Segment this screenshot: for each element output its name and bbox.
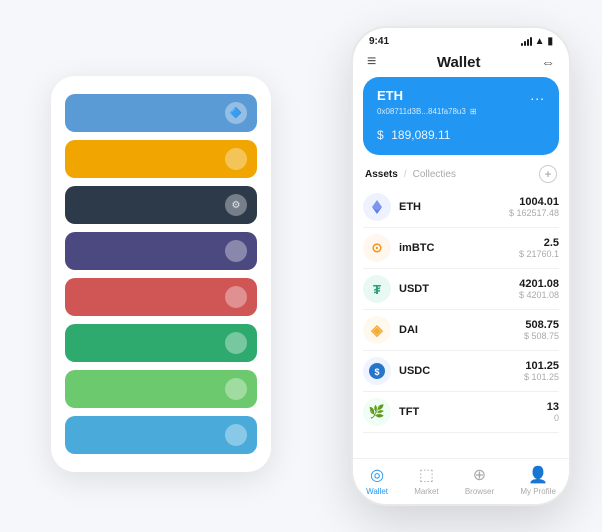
usdc-icon: $ [363, 357, 391, 385]
copy-icon[interactable]: ⊞ [470, 107, 477, 116]
usdc-name: USDC [399, 365, 524, 377]
battery-icon: ▮ [547, 36, 553, 47]
eth-card-menu[interactable]: ... [530, 87, 545, 103]
card-item [65, 232, 257, 270]
eth-card: ETH ... 0x08711d3B...841fa78u3 ⊞ $ 189,0… [363, 77, 559, 155]
profile-nav-label: My Profile [520, 487, 556, 496]
wallet-nav-icon: ◎ [370, 465, 384, 485]
svg-text:$: $ [374, 367, 379, 377]
add-asset-button[interactable]: + [539, 165, 557, 183]
asset-item-dai[interactable]: ◈ DAI 508.75 $ 508.75 [363, 310, 559, 351]
eth-card-address: 0x08711d3B...841fa78u3 ⊞ [377, 107, 545, 116]
card-item [65, 370, 257, 408]
dai-usd: $ 508.75 [524, 331, 559, 341]
asset-item-tft[interactable]: 🌿 TFT 13 0 [363, 392, 559, 433]
nav-profile[interactable]: 👤 My Profile [520, 465, 556, 496]
card-dot [225, 424, 247, 446]
tab-collectibles[interactable]: Collecties [413, 169, 456, 180]
tab-divider: / [404, 169, 407, 180]
usdt-values: 4201.08 $ 4201.08 [519, 278, 559, 300]
tab-assets[interactable]: Assets [365, 169, 398, 180]
status-bar: 9:41 ▲ ▮ [353, 28, 569, 49]
browser-nav-icon: ⊕ [473, 465, 486, 485]
asset-item-eth[interactable]: ETH 1004.01 $ 162517.48 [363, 187, 559, 228]
eth-icon [363, 193, 391, 221]
eth-amount: 1004.01 [509, 196, 559, 208]
usdt-amount: 4201.08 [519, 278, 559, 290]
usdc-values: 101.25 $ 101.25 [524, 360, 559, 382]
imbtc-name: imBTC [399, 242, 519, 254]
card-item [65, 416, 257, 454]
card-item: ⚙ [65, 186, 257, 224]
menu-icon[interactable]: ≡ [367, 53, 376, 71]
tft-icon: 🌿 [363, 398, 391, 426]
phone-inner: 9:41 ▲ ▮ ≡ Wallet ⇔ ETH ... [353, 28, 569, 504]
card-dot [225, 332, 247, 354]
dai-name: DAI [399, 324, 524, 336]
tft-amount: 13 [547, 401, 559, 413]
market-nav-label: Market [414, 487, 438, 496]
wifi-icon: ▲ [535, 36, 545, 47]
card-dot [225, 148, 247, 170]
nav-market[interactable]: ⬚ Market [414, 465, 438, 496]
imbtc-usd: $ 21760.1 [519, 249, 559, 259]
dai-values: 508.75 $ 508.75 [524, 319, 559, 341]
card-dot [225, 286, 247, 308]
usdt-name: USDT [399, 283, 519, 295]
card-dot [225, 240, 247, 262]
dai-amount: 508.75 [524, 319, 559, 331]
tft-usd: 0 [547, 413, 559, 423]
dai-icon: ◈ [363, 316, 391, 344]
phone: 9:41 ▲ ▮ ≡ Wallet ⇔ ETH ... [351, 26, 571, 506]
wallet-nav-label: Wallet [366, 487, 388, 496]
imbtc-icon: ⊙ [363, 234, 391, 262]
scene: 🔷 ⚙ 9:41 [21, 16, 581, 516]
usdc-usd: $ 101.25 [524, 372, 559, 382]
card-stack: 🔷 ⚙ [51, 76, 271, 472]
eth-usd: $ 162517.48 [509, 208, 559, 218]
phone-header: ≡ Wallet ⇔ [353, 49, 569, 77]
usdc-amount: 101.25 [524, 360, 559, 372]
status-time: 9:41 [369, 36, 389, 47]
card-dot [225, 378, 247, 400]
signal-icon [521, 37, 532, 46]
tft-name: TFT [399, 406, 547, 418]
asset-list: ETH 1004.01 $ 162517.48 ⊙ imBTC 2.5 $ 21… [353, 187, 569, 458]
usdt-usd: $ 4201.08 [519, 290, 559, 300]
asset-item-usdc[interactable]: $ USDC 101.25 $ 101.25 [363, 351, 559, 392]
bottom-nav: ◎ Wallet ⬚ Market ⊕ Browser 👤 My Profile [353, 458, 569, 504]
usdt-icon: ₮ [363, 275, 391, 303]
nav-wallet[interactable]: ◎ Wallet [366, 465, 388, 496]
status-icons: ▲ ▮ [521, 36, 553, 47]
expand-icon[interactable]: ⇔ [541, 54, 555, 70]
eth-card-balance: $ 189,089.11 [377, 122, 545, 145]
card-item [65, 324, 257, 362]
card-item: 🔷 [65, 94, 257, 132]
eth-card-header: ETH ... [377, 87, 545, 103]
eth-card-title: ETH [377, 88, 403, 103]
card-item [65, 278, 257, 316]
eth-name: ETH [399, 201, 509, 213]
profile-nav-icon: 👤 [528, 465, 548, 485]
eth-values: 1004.01 $ 162517.48 [509, 196, 559, 218]
assets-header: Assets / Collecties + [353, 163, 569, 187]
card-dot: ⚙ [225, 194, 247, 216]
browser-nav-label: Browser [465, 487, 494, 496]
imbtc-values: 2.5 $ 21760.1 [519, 237, 559, 259]
card-item [65, 140, 257, 178]
imbtc-amount: 2.5 [519, 237, 559, 249]
page-title: Wallet [437, 54, 481, 71]
tft-values: 13 0 [547, 401, 559, 423]
assets-tabs: Assets / Collecties [365, 169, 456, 180]
asset-item-imbtc[interactable]: ⊙ imBTC 2.5 $ 21760.1 [363, 228, 559, 269]
card-dot: 🔷 [225, 102, 247, 124]
market-nav-icon: ⬚ [419, 465, 434, 485]
asset-item-usdt[interactable]: ₮ USDT 4201.08 $ 4201.08 [363, 269, 559, 310]
nav-browser[interactable]: ⊕ Browser [465, 465, 494, 496]
